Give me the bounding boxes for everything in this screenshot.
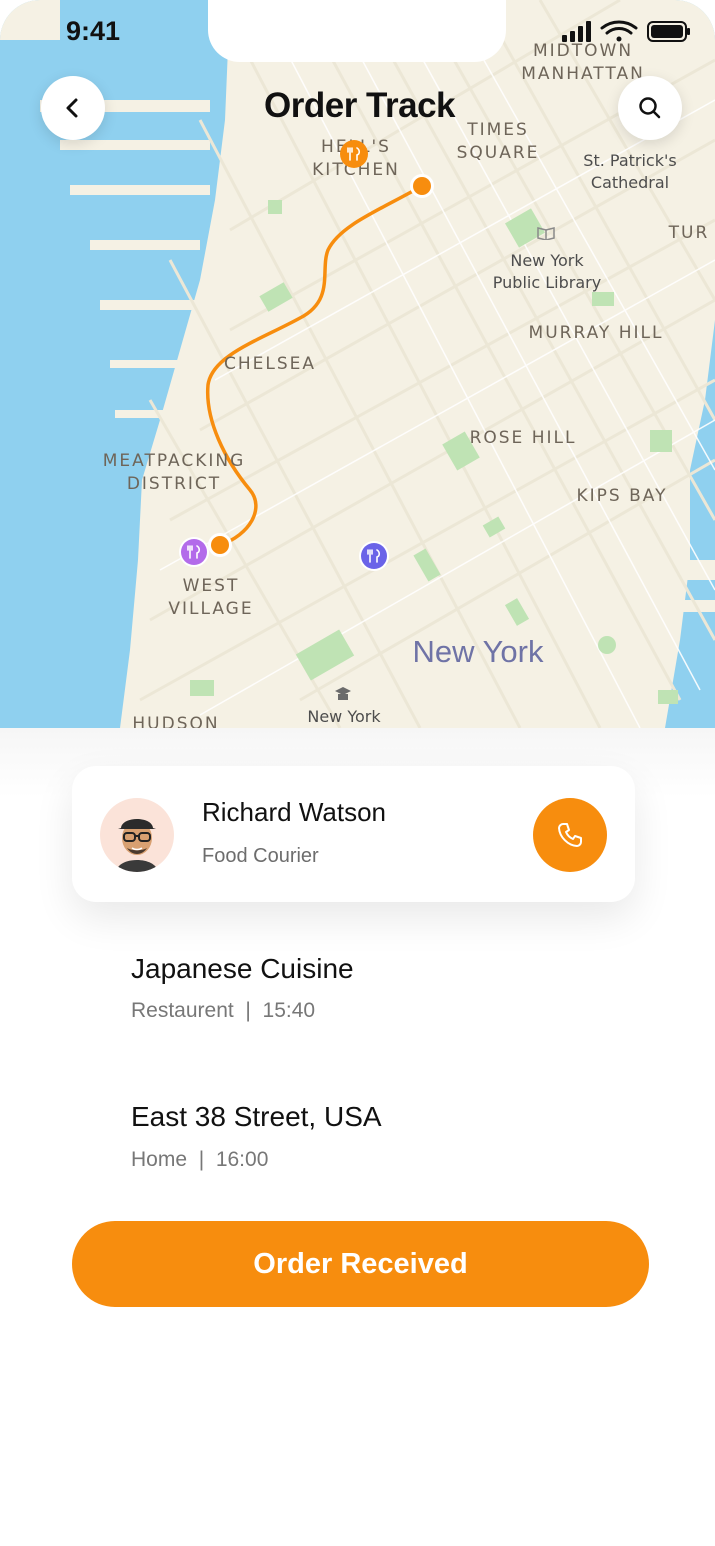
map-label-times-square: TIMES SQUARE bbox=[456, 120, 540, 163]
restaurant-pin-west[interactable] bbox=[178, 536, 210, 568]
map-label-new-york-university: New York bbox=[307, 707, 381, 726]
map-label-tur: TUR bbox=[668, 223, 710, 243]
restaurant-pin-origin[interactable] bbox=[339, 139, 369, 169]
avatar bbox=[100, 798, 174, 872]
order-track-screen: MIDTOWN MANHATTAN TIMES SQUARE HELL'S KI… bbox=[0, 0, 715, 1546]
dropoff-title: East 38 Street, USA bbox=[131, 1101, 382, 1132]
map-label-murray-hill: MURRAY HILL bbox=[528, 323, 664, 343]
library-icon bbox=[537, 226, 555, 240]
map-label-new-york: New York bbox=[412, 634, 544, 669]
courier-role: Food Courier bbox=[202, 845, 319, 867]
map-label-meatpacking: MEATPACKING DISTRICT bbox=[102, 451, 246, 494]
status-time: 9:41 bbox=[66, 16, 121, 46]
signal-icon bbox=[562, 21, 591, 42]
status-icons bbox=[562, 18, 692, 46]
map-label-west-village: WEST VILLAGE bbox=[168, 576, 254, 619]
search-button[interactable] bbox=[618, 76, 682, 140]
page-title: Order Track bbox=[264, 86, 456, 125]
map-label-kips-bay: KIPS BAY bbox=[576, 486, 668, 506]
courier-avatar-icon bbox=[116, 819, 158, 872]
map-label-ny-library: New York Public Library bbox=[492, 251, 602, 292]
pickup-title: Japanese Cuisine bbox=[131, 953, 354, 984]
dropoff-time: 16:00 bbox=[215, 1148, 269, 1171]
back-button[interactable] bbox=[41, 76, 105, 140]
chevron-left-icon bbox=[66, 98, 78, 118]
phone-icon bbox=[558, 823, 582, 847]
map-label-hudson: HUDSON bbox=[132, 714, 220, 728]
order-received-button[interactable]: Order Received bbox=[72, 1221, 649, 1307]
map-label-rose-hill: ROSE HILL bbox=[469, 428, 577, 448]
courier-card: Richard Watson Food Courier bbox=[72, 766, 635, 902]
wifi-icon bbox=[600, 20, 638, 42]
device-notch bbox=[208, 0, 506, 62]
restaurant-pin-east[interactable] bbox=[358, 540, 390, 572]
dropoff-place: Home bbox=[131, 1148, 188, 1171]
pickup-meta: Restaurent | 15:40 bbox=[131, 999, 316, 1022]
map-label-chelsea: CHELSEA bbox=[223, 354, 317, 374]
battery-icon bbox=[647, 21, 690, 42]
call-button[interactable] bbox=[533, 798, 607, 872]
dropoff-meta: Home | 16:00 bbox=[131, 1148, 269, 1171]
pickup-time: 15:40 bbox=[262, 999, 316, 1022]
search-icon bbox=[639, 97, 661, 119]
courier-name: Richard Watson bbox=[202, 797, 386, 827]
university-icon bbox=[334, 686, 352, 702]
pickup-place: Restaurent bbox=[131, 999, 234, 1022]
map-label-st-patricks: St. Patrick's Cathedral bbox=[583, 151, 677, 192]
